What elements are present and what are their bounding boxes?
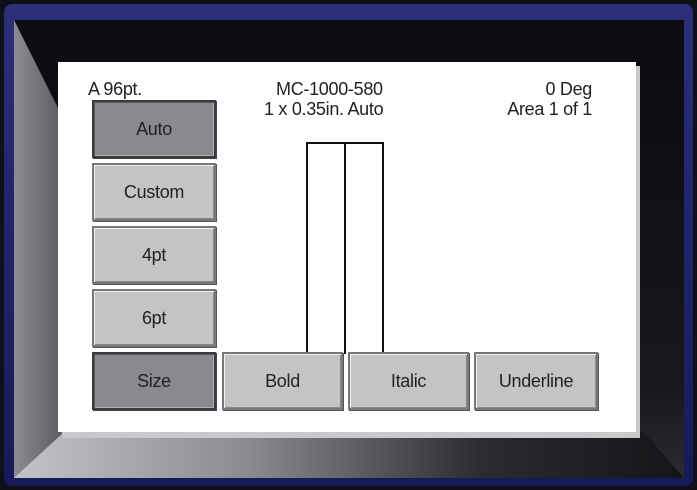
underline-button[interactable]: Underline (474, 352, 598, 410)
bezel-bottom (14, 432, 684, 478)
label-preview-right-edge (382, 142, 384, 354)
italic-button[interactable]: Italic (348, 352, 469, 410)
size-option-6pt[interactable]: 6pt (92, 289, 216, 347)
label-preview-cursor (344, 142, 346, 354)
size-button[interactable]: Size (92, 352, 216, 410)
label-size-readout: 1 x 0.35in. Auto (264, 99, 384, 119)
font-size-readout: A 96pt. (88, 79, 142, 99)
size-option-auto[interactable]: Auto (92, 100, 216, 158)
area-readout: Area 1 of 1 (507, 99, 592, 119)
size-option-4pt[interactable]: 4pt (92, 226, 216, 284)
bold-button[interactable]: Bold (222, 352, 343, 410)
rotation-readout: 0 Deg (545, 79, 592, 99)
bezel-top (14, 20, 684, 64)
cartridge-readout: MC-1000-580 (276, 79, 383, 99)
size-option-custom[interactable]: Custom (92, 163, 216, 221)
lcd-screen: A 96pt. MC-1000-580 1 x 0.35in. Auto 0 D… (58, 62, 636, 432)
label-preview-left-edge (306, 142, 308, 354)
